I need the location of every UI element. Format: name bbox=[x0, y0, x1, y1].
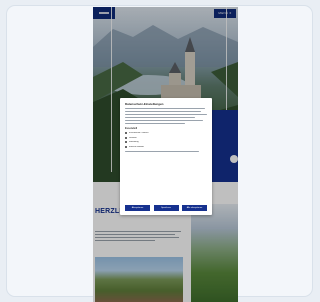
text-line bbox=[125, 123, 185, 124]
checkbox[interactable] bbox=[125, 132, 127, 135]
cookie-buttons: Akzeptieren Speichern Alle akzeptieren bbox=[125, 205, 207, 211]
cookie-dialog-title: Datenschutz-Einstellungen bbox=[125, 102, 164, 106]
text-line bbox=[125, 151, 199, 152]
checkbox[interactable] bbox=[125, 145, 127, 148]
website-preview: MENÜ ≡ HERZLICH Datenschutz-Einstellunge… bbox=[93, 7, 238, 302]
cookie-consent-dialog: Datenschutz-Einstellungen Essenziell Ess… bbox=[120, 98, 212, 215]
checkbox[interactable] bbox=[125, 141, 127, 144]
cookie-option[interactable]: Marketing bbox=[125, 141, 207, 144]
checkbox[interactable] bbox=[125, 136, 127, 139]
text-line bbox=[125, 114, 207, 115]
text-line bbox=[125, 117, 195, 118]
cookie-option[interactable]: Essenzielle Cookies bbox=[125, 132, 207, 135]
accept-all-button[interactable]: Alle akzeptieren bbox=[182, 205, 207, 211]
text-line bbox=[125, 120, 203, 121]
cookie-section-label: Essenziell bbox=[125, 127, 138, 130]
text-line bbox=[125, 108, 205, 109]
text-line bbox=[125, 111, 201, 112]
accept-button[interactable]: Akzeptieren bbox=[125, 205, 150, 211]
cookie-option[interactable]: Externe Medien bbox=[125, 146, 207, 149]
cookie-option[interactable]: Statistik bbox=[125, 137, 207, 140]
save-button[interactable]: Speichern bbox=[153, 205, 179, 211]
